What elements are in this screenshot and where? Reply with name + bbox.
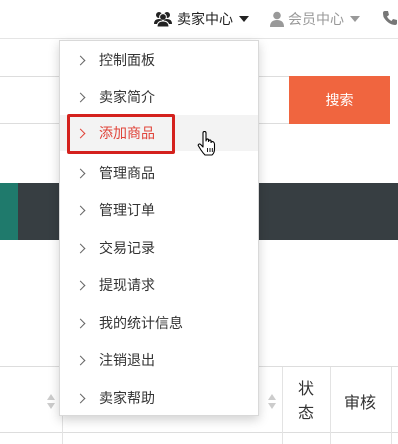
caret-down-icon bbox=[350, 16, 360, 22]
menu-item-label: 注销退出 bbox=[99, 353, 155, 369]
column-divider bbox=[282, 367, 283, 444]
member-center-menu[interactable]: 会员中心 bbox=[270, 10, 360, 28]
menu-item-logout[interactable]: 注销退出 bbox=[60, 342, 258, 378]
user-icon bbox=[270, 11, 284, 27]
menu-item-dashboard[interactable]: 控制面板 bbox=[60, 42, 258, 78]
menu-item-seller-profile[interactable]: 卖家简介 bbox=[60, 79, 258, 115]
menu-item-label: 我的统计信息 bbox=[99, 316, 183, 332]
chevron-right-icon bbox=[75, 243, 86, 253]
search-button[interactable]: 搜索 bbox=[289, 76, 390, 124]
chevron-right-icon bbox=[75, 55, 86, 65]
menu-item-label: 交易记录 bbox=[99, 241, 155, 257]
menu-item-manage-products[interactable]: 管理商品 bbox=[60, 155, 258, 191]
menu-item-label: 卖家简介 bbox=[99, 90, 155, 106]
chevron-right-icon bbox=[75, 393, 86, 403]
table-header-bottom-border bbox=[0, 432, 398, 433]
sort-icon[interactable] bbox=[47, 394, 55, 410]
chevron-right-icon bbox=[75, 355, 86, 365]
table-header-status[interactable]: 状态 bbox=[295, 377, 317, 425]
member-center-label: 会员中心 bbox=[288, 12, 344, 28]
column-divider bbox=[391, 367, 392, 444]
menu-item-label: 卖家帮助 bbox=[99, 391, 155, 407]
menu-item-label: 管理订单 bbox=[99, 203, 155, 219]
chevron-right-icon bbox=[75, 205, 86, 215]
menu-item-label: 提现请求 bbox=[99, 278, 155, 294]
sort-icon[interactable] bbox=[268, 394, 276, 410]
users-icon bbox=[153, 11, 173, 27]
chevron-right-icon bbox=[75, 168, 86, 178]
phone-icon[interactable] bbox=[382, 10, 398, 30]
table-header-audit[interactable]: 审核 bbox=[344, 389, 376, 413]
menu-item-label: 控制面板 bbox=[99, 53, 155, 69]
caret-down-icon bbox=[239, 16, 249, 22]
column-divider bbox=[330, 367, 331, 444]
highlight-annotation bbox=[67, 114, 175, 154]
seller-center-menu[interactable]: 卖家中心 bbox=[153, 10, 249, 28]
menu-item-withdraw-requests[interactable]: 提现请求 bbox=[60, 267, 258, 303]
menu-item-seller-help[interactable]: 卖家帮助 bbox=[60, 380, 258, 416]
seller-center-dropdown: 控制面板 卖家简介 添加商品 管理商品 管理订单 交易记录 提现请求 我的统计信… bbox=[59, 40, 259, 416]
search-button-label: 搜索 bbox=[325, 93, 354, 109]
category-nav-accent[interactable] bbox=[0, 183, 18, 240]
chevron-right-icon bbox=[75, 92, 86, 102]
top-bar: 卖家中心 会员中心 bbox=[0, 0, 398, 39]
menu-item-my-statistics[interactable]: 我的统计信息 bbox=[60, 305, 258, 341]
hand-pointer-icon bbox=[197, 130, 217, 161]
menu-item-transactions[interactable]: 交易记录 bbox=[60, 230, 258, 266]
chevron-right-icon bbox=[75, 280, 86, 290]
seller-center-label: 卖家中心 bbox=[177, 12, 233, 28]
menu-item-label: 管理商品 bbox=[99, 166, 155, 182]
chevron-right-icon bbox=[75, 318, 86, 328]
search-edge bbox=[390, 76, 398, 124]
menu-item-manage-orders[interactable]: 管理订单 bbox=[60, 192, 258, 228]
